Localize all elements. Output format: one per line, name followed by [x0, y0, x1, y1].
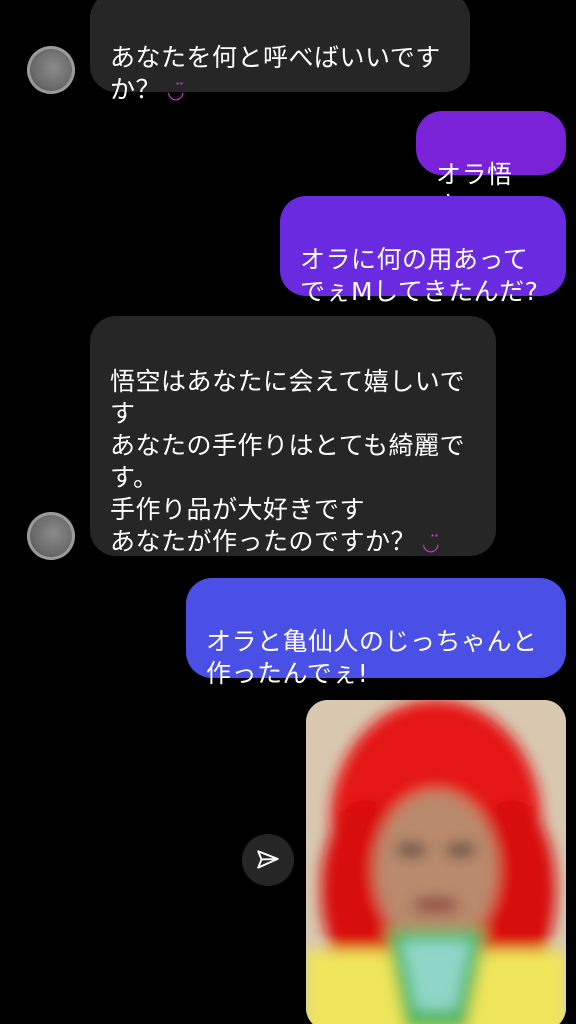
share-button[interactable]: [242, 834, 294, 886]
message-text: 悟空はあなたに会えて嬉しいで す あなたの手作りはとても綺麗で す。 手作り品が…: [110, 367, 466, 556]
avatar[interactable]: [27, 512, 75, 560]
message-text: オラと亀仙人のじっちゃんと 作ったんでぇ!: [206, 627, 538, 688]
message-text: オラに何の用あって でぇMしてきたんだ?: [300, 245, 539, 306]
outgoing-message-bubble[interactable]: オラ悟空!: [416, 111, 566, 221]
incoming-message-bubble[interactable]: 悟空はあなたに会えて嬉しいで す あなたの手作りはとても綺麗で す。 手作り品が…: [90, 316, 496, 556]
paper-plane-icon: [257, 850, 279, 869]
avatar[interactable]: [27, 46, 75, 94]
photo-image: [306, 700, 566, 1024]
chat-screen: あなたを何と呼べばいいです か？◡̈ オラ悟空! オラに何の用あって でぇMして…: [0, 0, 576, 1024]
smile-emoji-icon: ◡̈: [422, 531, 440, 555]
outgoing-message-bubble[interactable]: オラと亀仙人のじっちゃんと 作ったんでぇ!: [186, 578, 566, 688]
message-text: あなたを何と呼べばいいです か？: [110, 43, 441, 104]
photo-attachment[interactable]: [306, 700, 566, 1024]
incoming-message-bubble[interactable]: あなたを何と呼べばいいです か？ ◡̈: [90, 0, 470, 104]
outgoing-message-bubble[interactable]: オラに何の用あって でぇMしてきたんだ?: [280, 196, 566, 306]
smile-emoji-icon: ◡̈: [167, 79, 185, 103]
